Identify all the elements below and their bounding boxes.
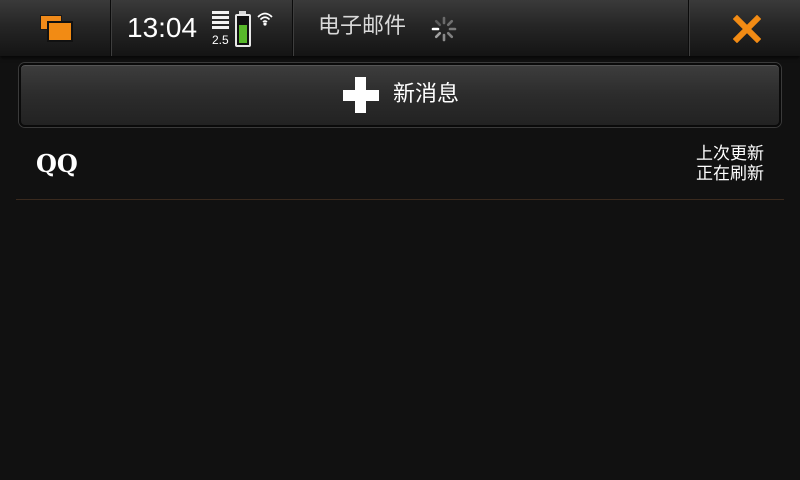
- task-switcher-button[interactable]: [0, 0, 110, 56]
- close-button[interactable]: [690, 0, 800, 56]
- wifi-icon: [256, 11, 274, 27]
- close-icon: [732, 14, 762, 44]
- new-message-label: 新消息: [393, 82, 460, 107]
- battery-icon: [234, 11, 252, 47]
- account-name: QQ: [36, 149, 78, 178]
- title-bar-divider: [292, 0, 294, 56]
- account-sync-status: 上次更新 正在刷新: [696, 144, 764, 184]
- email-app-screen: 13:04 2.5 电子邮件 新消息 QQ 上次更新 正在刷新: [0, 0, 800, 480]
- account-list-item[interactable]: QQ 上次更新 正在刷新: [16, 133, 784, 200]
- title-bar: 13:04 2.5 电子邮件: [0, 0, 800, 56]
- loading-spinner-icon: [430, 15, 458, 43]
- network-type-label: 2.5: [212, 33, 229, 47]
- refreshing-label: 正在刷新: [696, 164, 764, 184]
- clock: 13:04: [127, 12, 198, 43]
- last-updated-label: 上次更新: [696, 144, 764, 164]
- title-bar-divider: [110, 0, 112, 56]
- plus-icon: [343, 77, 381, 115]
- app-title: 电子邮件: [318, 14, 407, 39]
- battery-level-fill: [239, 25, 247, 43]
- new-message-button[interactable]: 新消息: [19, 63, 781, 127]
